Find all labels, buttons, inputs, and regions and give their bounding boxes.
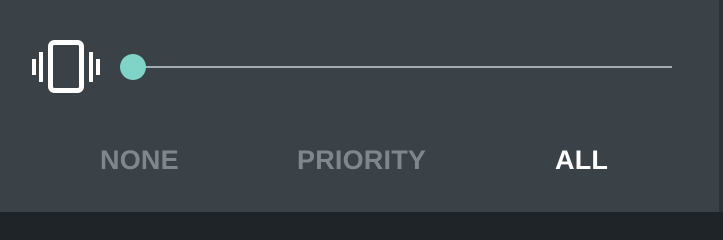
option-none[interactable]: NONE xyxy=(100,145,179,176)
option-all[interactable]: ALL xyxy=(555,145,608,176)
vibrate-icon[interactable] xyxy=(30,40,104,94)
slider-track[interactable] xyxy=(133,66,672,68)
interruptions-panel: NONE PRIORITY ALL xyxy=(0,0,723,212)
interruption-mode-options: NONE PRIORITY ALL xyxy=(0,145,723,185)
slider-thumb[interactable] xyxy=(120,54,146,80)
option-priority[interactable]: PRIORITY xyxy=(297,145,426,176)
volume-slider[interactable] xyxy=(120,52,672,82)
